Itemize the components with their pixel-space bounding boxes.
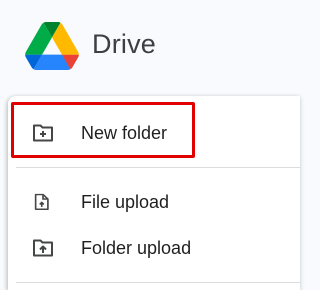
folder-upload-label: Folder upload — [81, 238, 192, 258]
folder-upload-icon — [33, 239, 53, 257]
folder-upload-menu-item[interactable]: Folder upload — [8, 226, 300, 270]
app-header: Drive — [0, 0, 300, 95]
file-upload-label: File upload — [81, 192, 170, 212]
menu-divider — [16, 282, 300, 283]
app-title: Drive — [92, 29, 157, 59]
menu-divider — [16, 167, 300, 168]
highlight-box — [11, 102, 195, 158]
file-upload-icon — [34, 193, 49, 211]
file-upload-menu-item[interactable]: File upload — [8, 180, 300, 224]
new-menu: New folder File upload Folder upload — [8, 96, 300, 290]
google-drive-logo-icon[interactable] — [24, 22, 80, 70]
